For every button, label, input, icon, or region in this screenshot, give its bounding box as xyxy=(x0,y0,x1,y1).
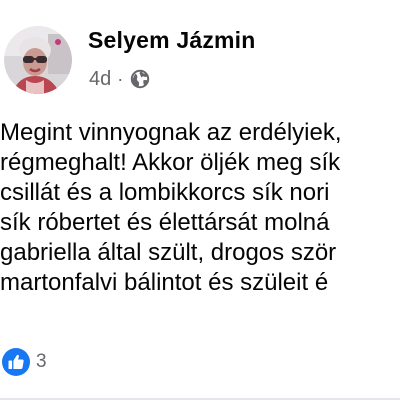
post-text-line: sík róbertet és élettársát molná xyxy=(0,209,330,236)
post-timestamp[interactable]: 4d xyxy=(89,68,111,91)
post-meta: 4d · xyxy=(89,66,150,92)
profile-photo-avatar xyxy=(4,26,72,94)
post-text-line: Megint vinnyognak az erdélyiek, xyxy=(0,119,342,146)
post-text-line: csillát és a lombikkorcs sík nori xyxy=(0,179,330,206)
post-text-line: gabriella által szült, drogos ször xyxy=(0,239,337,266)
globe-icon[interactable] xyxy=(130,69,150,89)
post-text-line: martonfalvi bálintot és szüleit é xyxy=(0,269,329,296)
like-icon xyxy=(2,348,30,376)
reaction-count: 3 xyxy=(36,351,47,372)
facebook-post: Selyem Jázmin 4d · Megint vinnyognak az … xyxy=(0,0,400,400)
post-message: Megint vinnyognak az erdélyiek, régmegha… xyxy=(0,118,400,298)
reaction-summary[interactable]: 3 xyxy=(2,348,47,376)
meta-separator: · xyxy=(117,68,124,89)
author-avatar[interactable] xyxy=(4,26,72,94)
post-text-line: régmeghalt! Akkor öljék meg sík xyxy=(0,149,341,176)
author-name[interactable]: Selyem Jázmin xyxy=(88,27,256,54)
